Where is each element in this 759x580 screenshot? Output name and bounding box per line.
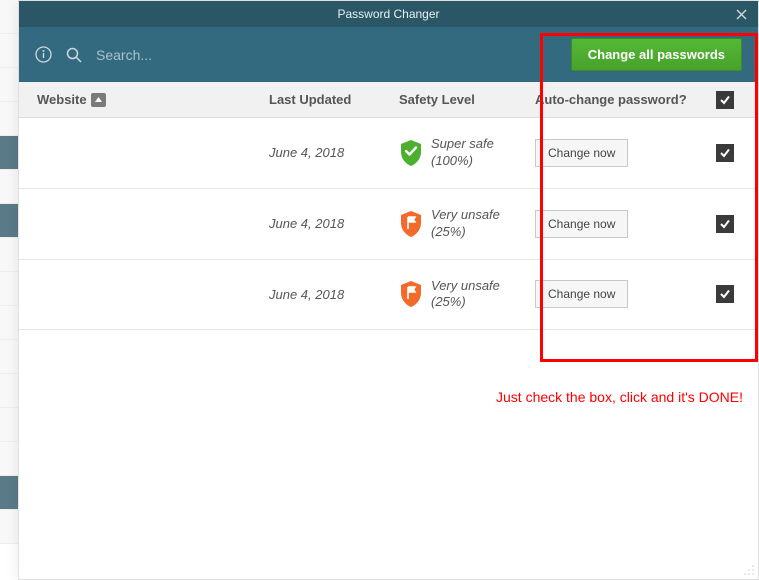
shield-flag-icon <box>399 210 423 238</box>
row-checkbox[interactable] <box>716 215 734 233</box>
resize-grip[interactable] <box>743 564 755 576</box>
table-row: June 4, 2018 Super safe(100%) Change now <box>19 118 758 189</box>
info-button[interactable] <box>35 46 52 63</box>
change-now-button[interactable]: Change now <box>535 280 628 308</box>
password-changer-window: Password Changer Change all passwords We… <box>18 0 759 580</box>
cell-safety-level: Very unsafe(25%) <box>399 207 535 241</box>
cell-safety-level: Super safe(100%) <box>399 136 535 170</box>
close-icon <box>736 9 747 20</box>
cell-auto-change: Change now <box>535 210 740 238</box>
cell-last-updated: June 4, 2018 <box>269 216 399 231</box>
select-all-checkbox[interactable] <box>716 91 734 109</box>
safety-text: Super safe(100%) <box>431 136 494 170</box>
cell-auto-change: Change now <box>535 139 740 167</box>
safety-text: Very unsafe(25%) <box>431 278 500 312</box>
check-icon <box>719 94 731 106</box>
change-now-button[interactable]: Change now <box>535 139 628 167</box>
search-button[interactable] <box>66 47 82 63</box>
check-icon <box>719 288 731 300</box>
search-input[interactable] <box>96 47 557 63</box>
check-icon <box>719 147 731 159</box>
column-header-website[interactable]: Website <box>37 92 269 107</box>
search-icon <box>66 47 82 63</box>
sort-indicator <box>91 93 106 107</box>
cell-safety-level: Very unsafe(25%) <box>399 278 535 312</box>
toolbar: Change all passwords <box>19 27 758 82</box>
sort-asc-icon <box>94 96 103 103</box>
table-body: June 4, 2018Super safe(100%)Change nowJu… <box>19 118 758 330</box>
change-now-button[interactable]: Change now <box>535 210 628 238</box>
row-checkbox[interactable] <box>716 144 734 162</box>
column-header-auto-change: Auto-change password? <box>535 91 740 109</box>
check-icon <box>719 218 731 230</box>
shield-check-icon <box>399 139 423 167</box>
info-icon <box>35 46 52 63</box>
close-button[interactable] <box>724 1 758 27</box>
column-header-last-updated[interactable]: Last Updated <box>269 92 399 107</box>
cell-last-updated: June 4, 2018 <box>269 145 399 160</box>
table-header: Website Last Updated Safety Level Auto-c… <box>19 82 758 118</box>
safety-text: Very unsafe(25%) <box>431 207 500 241</box>
cell-auto-change: Change now <box>535 280 740 308</box>
change-all-passwords-button[interactable]: Change all passwords <box>571 38 742 71</box>
column-header-safety-level[interactable]: Safety Level <box>399 92 535 107</box>
cell-last-updated: June 4, 2018 <box>269 287 399 302</box>
table-row: June 4, 2018 Very unsafe(25%) Change now <box>19 260 758 331</box>
table-row: June 4, 2018 Very unsafe(25%) Change now <box>19 189 758 260</box>
titlebar: Password Changer <box>19 1 758 27</box>
window-title: Password Changer <box>337 7 439 21</box>
row-checkbox[interactable] <box>716 285 734 303</box>
shield-flag-icon <box>399 280 423 308</box>
background-sliver <box>0 0 18 580</box>
annotation-text: Just check the box, click and it's DONE! <box>496 389 743 405</box>
